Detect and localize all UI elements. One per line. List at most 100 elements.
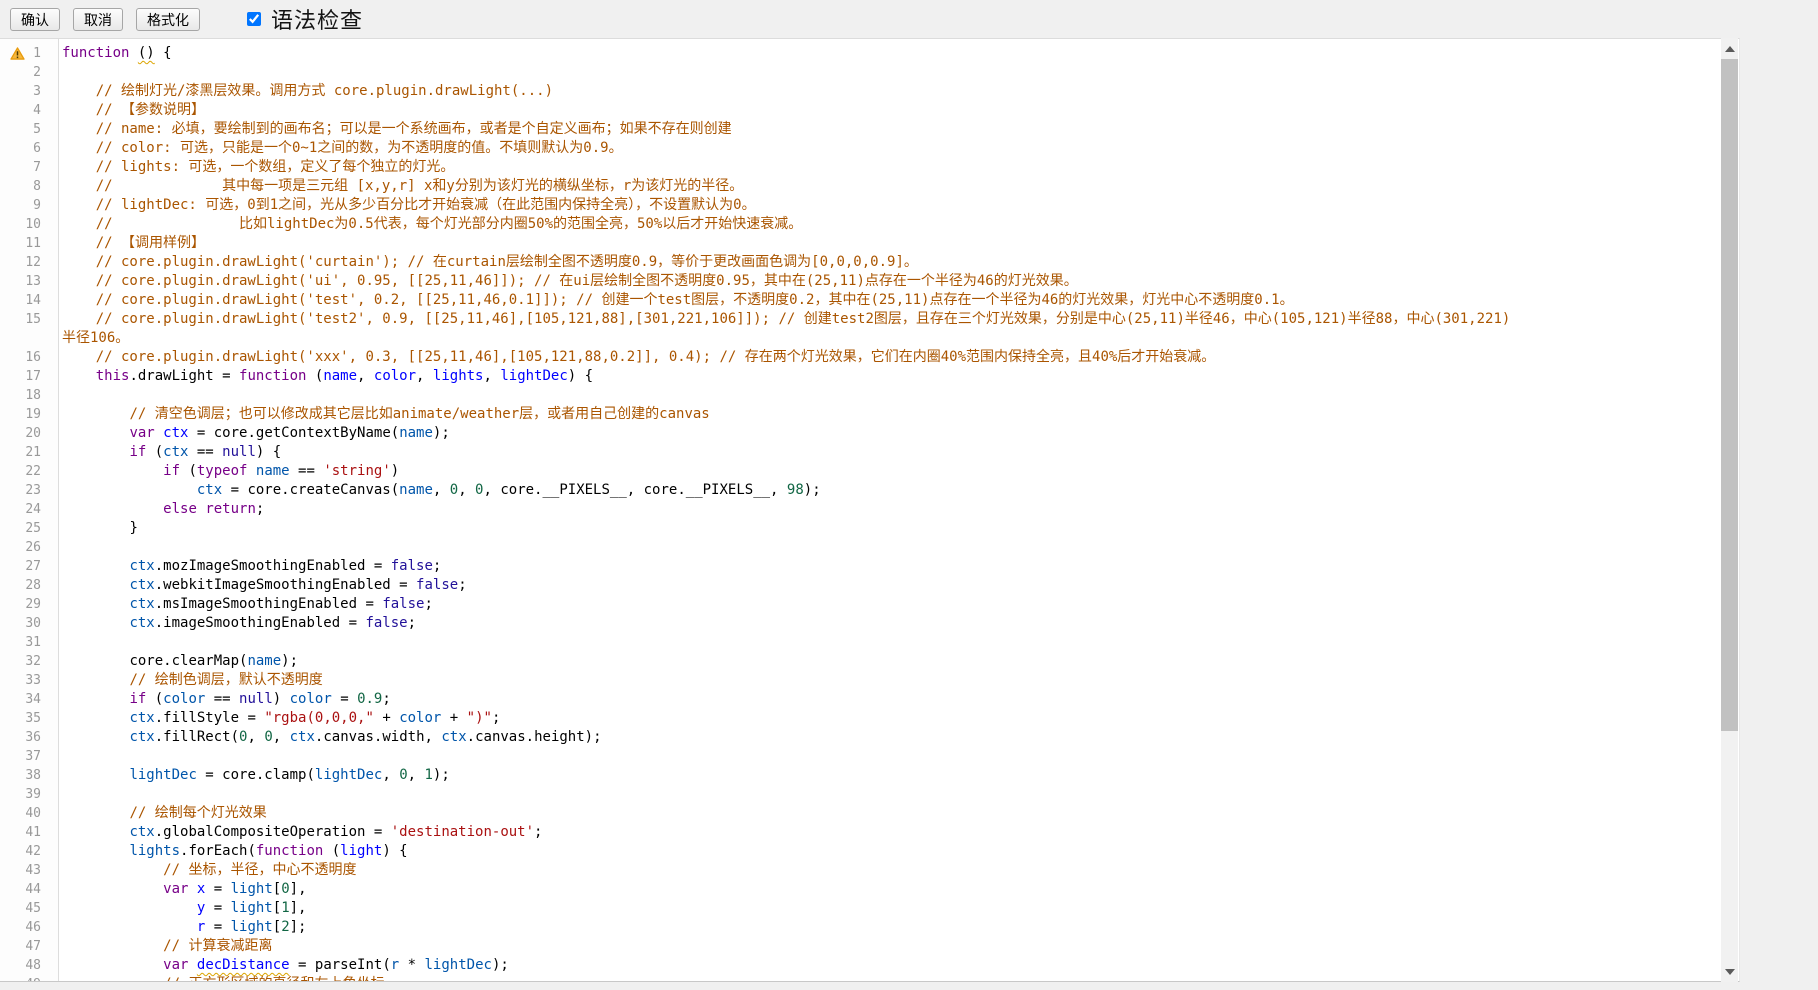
format-button[interactable]: 格式化 — [136, 8, 200, 31]
code-line[interactable] — [50, 633, 1721, 652]
code-line[interactable]: ctx.globalCompositeOperation = 'destinat… — [50, 823, 1721, 842]
code-line[interactable]: // core.plugin.drawLight('curtain'); // … — [50, 253, 1721, 272]
code-line[interactable]: lightDec = core.clamp(lightDec, 0, 1); — [50, 766, 1721, 785]
line-number: 29 — [0, 595, 50, 614]
code-line[interactable]: y = light[1], — [50, 899, 1721, 918]
line-row: 37 — [0, 747, 1721, 766]
code-line[interactable]: r = light[2]; — [50, 918, 1721, 937]
code-line[interactable]: // 清空色调层；也可以修改成其它层比如animate/weather层，或者用… — [50, 405, 1721, 424]
code-line[interactable]: // 【参数说明】 — [50, 101, 1721, 120]
line-row: 39 — [0, 785, 1721, 804]
code-line[interactable] — [50, 747, 1721, 766]
code-line[interactable]: // 正方形区域的直径和左上角坐标 — [50, 975, 1721, 982]
line-row: 42 lights.forEach(function (light) { — [0, 842, 1721, 861]
code-line[interactable]: ctx.webkitImageSmoothingEnabled = false; — [50, 576, 1721, 595]
syntax-check-checkbox[interactable] — [247, 12, 261, 26]
code-line[interactable]: var x = light[0], — [50, 880, 1721, 899]
line-row: 3 // 绘制灯光/漆黑层效果。调用方式 core.plugin.drawLig… — [0, 82, 1721, 101]
code-editor[interactable]: 1function () {23 // 绘制灯光/漆黑层效果。调用方式 core… — [0, 38, 1740, 982]
line-number: 12 — [0, 253, 50, 272]
line-number: 21 — [0, 443, 50, 462]
line-row: 31 — [0, 633, 1721, 652]
code-line[interactable]: // 比如lightDec为0.5代表，每个灯光部分内圈50%的范围全亮，50%… — [50, 215, 1721, 234]
line-row: 2 — [0, 63, 1721, 82]
line-row: 25 } — [0, 519, 1721, 538]
line-row: 12 // core.plugin.drawLight('curtain'); … — [0, 253, 1721, 272]
code-line[interactable]: // core.plugin.drawLight('xxx', 0.3, [[2… — [50, 348, 1721, 367]
code-line[interactable]: if (ctx == null) { — [50, 443, 1721, 462]
code-line[interactable]: // core.plugin.drawLight('test', 0.2, [[… — [50, 291, 1721, 310]
code-line[interactable]: ctx.imageSmoothingEnabled = false; — [50, 614, 1721, 633]
line-row: 28 ctx.webkitImageSmoothingEnabled = fal… — [0, 576, 1721, 595]
line-row: 5 // name: 必填，要绘制到的画布名；可以是一个系统画布，或者是个自定义… — [0, 120, 1721, 139]
confirm-button[interactable]: 确认 — [10, 8, 60, 31]
code-line[interactable]: ctx = core.createCanvas(name, 0, 0, core… — [50, 481, 1721, 500]
line-number: 40 — [0, 804, 50, 823]
line-number: 17 — [0, 367, 50, 386]
scrollbar-down-button[interactable] — [1721, 963, 1738, 980]
cancel-button[interactable]: 取消 — [73, 8, 123, 31]
line-number: 34 — [0, 690, 50, 709]
line-row: 17 this.drawLight = function (name, colo… — [0, 367, 1721, 386]
line-row: 20 var ctx = core.getContextByName(name)… — [0, 424, 1721, 443]
code-line[interactable]: var decDistance = parseInt(r * lightDec)… — [50, 956, 1721, 975]
code-line[interactable]: lights.forEach(function (light) { — [50, 842, 1721, 861]
line-row: 16 // core.plugin.drawLight('xxx', 0.3, … — [0, 348, 1721, 367]
code-line[interactable]: // 绘制每个灯光效果 — [50, 804, 1721, 823]
line-number: 35 — [0, 709, 50, 728]
code-line[interactable]: // 坐标，半径，中心不透明度 — [50, 861, 1721, 880]
code-line[interactable]: // lightDec: 可选，0到1之间，光从多少百分比才开始衰减（在此范围内… — [50, 196, 1721, 215]
code-line[interactable]: // 其中每一项是三元组 [x,y,r] x和y分别为该灯光的横纵坐标，r为该灯… — [50, 177, 1721, 196]
code-line[interactable]: ctx.fillStyle = "rgba(0,0,0," + color + … — [50, 709, 1721, 728]
code-line[interactable]: // lights: 可选，一个数组，定义了每个独立的灯光。 — [50, 158, 1721, 177]
code-line[interactable]: // core.plugin.drawLight('ui', 0.95, [[2… — [50, 272, 1721, 291]
code-line[interactable]: else return; — [50, 500, 1721, 519]
line-number: 41 — [0, 823, 50, 842]
line-number: 47 — [0, 937, 50, 956]
code-line[interactable] — [50, 386, 1721, 405]
code-line[interactable]: ctx.msImageSmoothingEnabled = false; — [50, 595, 1721, 614]
code-line[interactable]: core.clearMap(name); — [50, 652, 1721, 671]
code-line[interactable] — [50, 538, 1721, 557]
code-line[interactable]: function () { — [50, 44, 1721, 63]
code-line[interactable]: // color: 可选，只能是一个0~1之间的数，为不透明度的值。不填则默认为… — [50, 139, 1721, 158]
code-line[interactable] — [50, 63, 1721, 82]
arrow-up-icon — [1725, 46, 1735, 52]
line-number: 24 — [0, 500, 50, 519]
line-number: 46 — [0, 918, 50, 937]
code-line[interactable]: // 绘制灯光/漆黑层效果。调用方式 core.plugin.drawLight… — [50, 82, 1721, 101]
scrollbar-thumb[interactable] — [1721, 59, 1738, 731]
code-line[interactable]: var ctx = core.getContextByName(name); — [50, 424, 1721, 443]
scrollbar-up-button[interactable] — [1721, 40, 1738, 57]
line-number: 22 — [0, 462, 50, 481]
line-row: 44 var x = light[0], — [0, 880, 1721, 899]
code-line[interactable]: // 绘制色调层，默认不透明度 — [50, 671, 1721, 690]
code-line[interactable]: // 【调用样例】 — [50, 234, 1721, 253]
line-number: 49 — [0, 975, 50, 982]
code-line[interactable]: } — [50, 519, 1721, 538]
line-number: 1 — [0, 44, 50, 63]
line-row: 9 // lightDec: 可选，0到1之间，光从多少百分比才开始衰减（在此范… — [0, 196, 1721, 215]
vertical-scrollbar[interactable] — [1721, 38, 1738, 982]
code-line[interactable]: ctx.fillRect(0, 0, ctx.canvas.width, ctx… — [50, 728, 1721, 747]
line-row: 18 — [0, 386, 1721, 405]
line-row: 47 // 计算衰减距离 — [0, 937, 1721, 956]
code-line[interactable]: if (color == null) color = 0.9; — [50, 690, 1721, 709]
code-line[interactable]: this.drawLight = function (name, color, … — [50, 367, 1721, 386]
line-number: 42 — [0, 842, 50, 861]
code-lines[interactable]: 1function () {23 // 绘制灯光/漆黑层效果。调用方式 core… — [0, 39, 1721, 982]
line-number: 3 — [0, 82, 50, 101]
line-row: 45 y = light[1], — [0, 899, 1721, 918]
line-row: 11 // 【调用样例】 — [0, 234, 1721, 253]
line-row: 49 // 正方形区域的直径和左上角坐标 — [0, 975, 1721, 982]
line-row: 24 else return; — [0, 500, 1721, 519]
code-line[interactable]: if (typeof name == 'string') — [50, 462, 1721, 481]
code-line[interactable]: // 计算衰减距离 — [50, 937, 1721, 956]
code-line[interactable]: ctx.mozImageSmoothingEnabled = false; — [50, 557, 1721, 576]
code-line[interactable] — [50, 785, 1721, 804]
line-row: 34 if (color == null) color = 0.9; — [0, 690, 1721, 709]
line-number: 26 — [0, 538, 50, 557]
syntax-check-label: 语法检查 — [271, 3, 363, 35]
code-line[interactable]: // name: 必填，要绘制到的画布名；可以是一个系统画布，或者是个自定义画布… — [50, 120, 1721, 139]
code-line[interactable]: // core.plugin.drawLight('test2', 0.9, [… — [50, 310, 1721, 348]
